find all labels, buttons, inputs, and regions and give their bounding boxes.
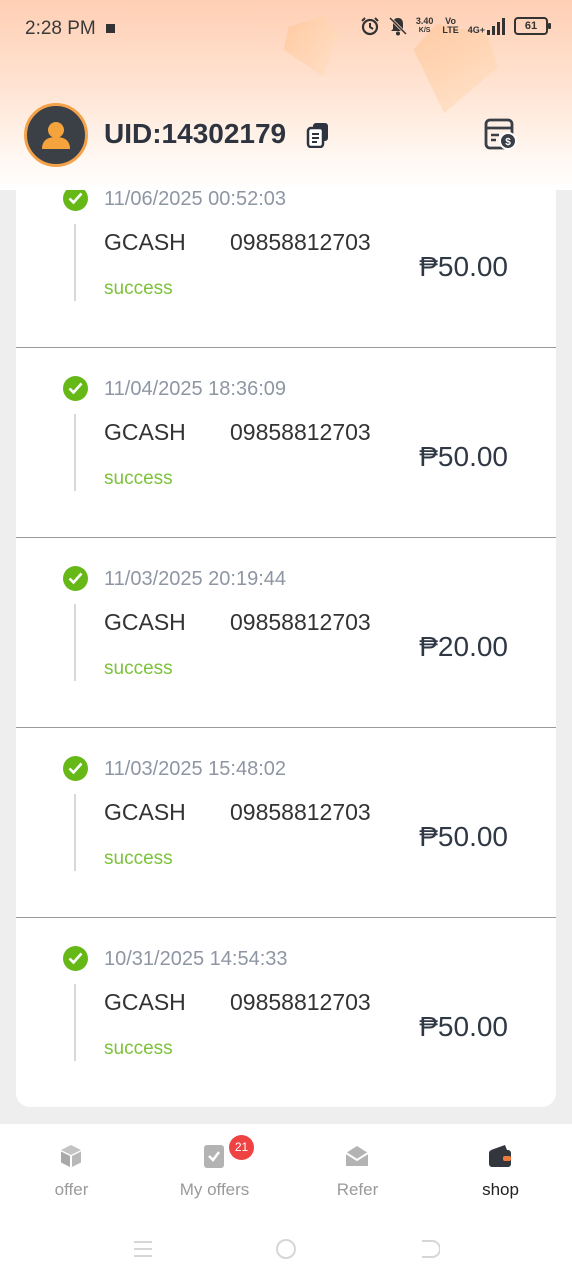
recent-apps-icon[interactable] [132, 1238, 154, 1260]
record-status: success [104, 658, 173, 679]
record-account: 09858812703 [230, 419, 371, 445]
user-uid: UID:14302179 [104, 118, 287, 149]
record-datetime: 11/04/2025 18:36:09 [104, 378, 287, 400]
net-speed-value: 3.40 [415, 16, 434, 26]
bottom-nav: offer 21 My offers Refer shop [0, 1124, 572, 1220]
list-item[interactable]: 11/04/2025 18:36:09 GCASH 09858812703 su… [16, 348, 556, 538]
record-status: success [104, 468, 173, 489]
list-item[interactable]: 11/03/2025 15:48:02 GCASH 09858812703 su… [16, 728, 556, 918]
check-icon [63, 376, 88, 401]
status-time: 2:28 PM [25, 18, 96, 39]
timeline-line [74, 794, 76, 871]
nav-label-my-offers: My offers [179, 1180, 250, 1199]
alarm-icon [361, 17, 379, 36]
net-speed-unit: K/S [418, 27, 431, 34]
record-datetime: 11/03/2025 15:48:02 [104, 758, 287, 780]
clipboard-check-icon [204, 1145, 224, 1168]
record-amount: ₱50.00 [419, 251, 508, 282]
record-status: success [104, 1038, 173, 1059]
network-type: 4G+ [468, 17, 505, 35]
check-icon [63, 946, 88, 971]
timeline-line [74, 224, 76, 301]
signal-icon [487, 17, 505, 35]
list-item[interactable]: 11/06/2025 00:52:03 GCASH 09858812703 su… [16, 190, 556, 348]
record-method: GCASH [104, 989, 186, 1015]
envelope-icon [345, 1146, 369, 1166]
record-amount: ₱20.00 [419, 631, 508, 662]
record-amount: ₱50.00 [419, 821, 508, 852]
record-method: GCASH [104, 609, 186, 635]
system-navigation-bar [0, 1220, 572, 1280]
withdraw-history-icon[interactable]: $ [484, 117, 518, 151]
nav-item-refer[interactable]: Refer [286, 1124, 429, 1220]
home-icon[interactable] [275, 1238, 297, 1260]
check-icon [63, 190, 88, 211]
record-account: 09858812703 [230, 989, 371, 1015]
record-amount: ₱50.00 [419, 1011, 508, 1042]
record-datetime: 10/31/2025 14:54:33 [104, 948, 288, 970]
record-datetime: 11/06/2025 00:52:03 [104, 190, 287, 210]
list-item[interactable]: 10/31/2025 14:54:33 GCASH 09858812703 su… [16, 918, 556, 1107]
record-account: 09858812703 [230, 229, 371, 255]
record-status: success [104, 278, 173, 299]
status-icons: 3.40 K/S Vo LTE 4G+ 61 [360, 16, 551, 36]
record-status: success [104, 848, 173, 869]
battery-icon: 61 [514, 17, 551, 35]
nav-item-my-offers[interactable]: 21 My offers [143, 1124, 286, 1220]
timeline-line [74, 984, 76, 1061]
withdraw-records-list: 11/06/2025 00:52:03 GCASH 09858812703 su… [16, 190, 556, 1107]
wallet-icon [489, 1145, 511, 1167]
record-method: GCASH [104, 229, 186, 255]
timeline-line [74, 414, 76, 491]
volte-indicator: Vo LTE [442, 17, 458, 35]
header: 2:28 PM 3.40 K/S Vo LTE 4G+ 61 UID:14302… [0, 0, 572, 190]
avatar[interactable] [24, 103, 88, 167]
nav-label-refer: Refer [336, 1180, 379, 1199]
bell-muted-icon [388, 16, 407, 36]
record-method: GCASH [104, 799, 186, 825]
nav-item-shop[interactable]: shop [429, 1124, 572, 1220]
record-method: GCASH [104, 419, 186, 445]
record-amount: ₱50.00 [419, 441, 508, 472]
notification-badge: 21 [229, 1135, 254, 1160]
nav-label-offer: offer [54, 1180, 89, 1199]
record-account: 09858812703 [230, 609, 371, 635]
screen-record-icon [106, 24, 115, 33]
check-icon [63, 756, 88, 781]
nav-item-offer[interactable]: offer [0, 1124, 143, 1220]
check-icon [63, 566, 88, 591]
svg-text:$: $ [505, 137, 511, 148]
cube-icon [61, 1145, 81, 1167]
timeline-line [74, 604, 76, 681]
copy-icon[interactable] [306, 122, 330, 148]
list-item[interactable]: 11/03/2025 20:19:44 GCASH 09858812703 su… [16, 538, 556, 728]
volte-bottom: LTE [442, 25, 459, 35]
status-bar: 2:28 PM 3.40 K/S Vo LTE 4G+ 61 [0, 0, 572, 56]
user-icon [42, 122, 70, 149]
back-icon[interactable] [418, 1238, 440, 1260]
record-datetime: 11/03/2025 20:19:44 [104, 568, 287, 590]
battery-level: 61 [524, 20, 538, 32]
network-type-label: 4G+ [467, 25, 485, 35]
network-speed: 3.40 K/S [416, 17, 434, 35]
nav-label-shop: shop [482, 1180, 519, 1199]
record-account: 09858812703 [230, 799, 371, 825]
